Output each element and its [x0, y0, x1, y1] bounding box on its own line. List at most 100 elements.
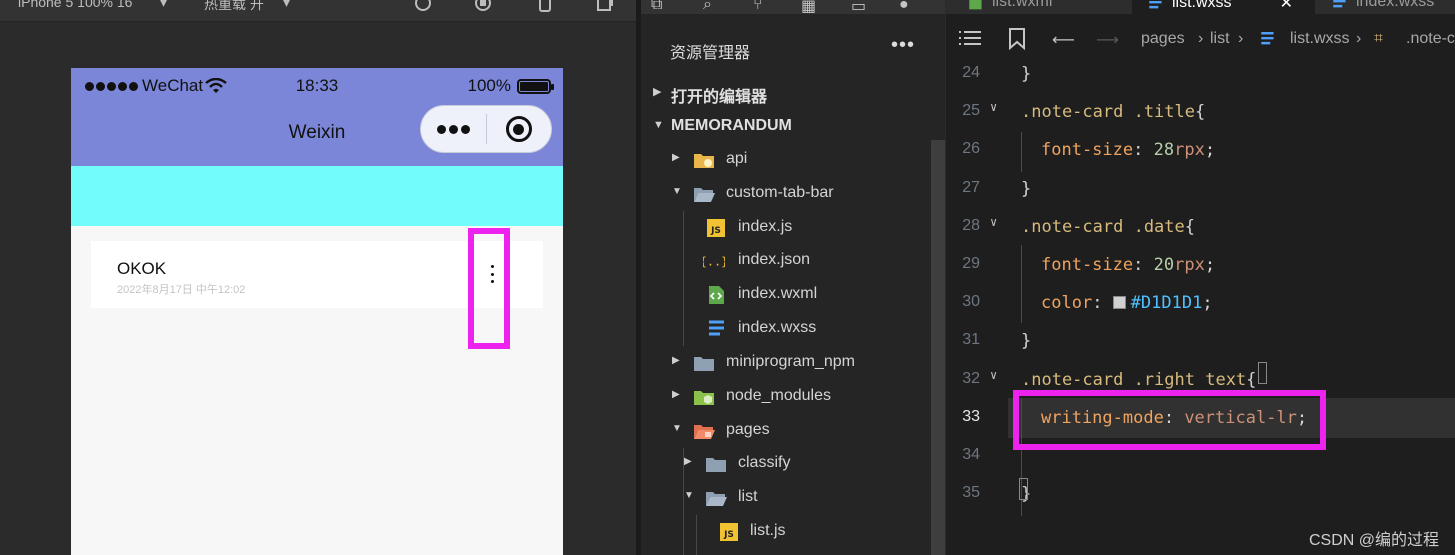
code-line[interactable]: 24}	[946, 55, 1455, 93]
project-section[interactable]: ▼ MEMORANDUM	[641, 110, 945, 144]
code-token: .note-card .date	[1021, 216, 1185, 237]
cloud-icon[interactable]: ●	[899, 0, 917, 14]
tree-item-index-js[interactable]: JS index.js	[641, 211, 931, 245]
breadcrumb-file[interactable]: list.wxss	[1290, 30, 1350, 48]
collapsed-arrow-icon: ▶	[684, 456, 692, 467]
chevron-right-icon: ›	[1198, 30, 1204, 47]
code-token: }	[1021, 178, 1032, 199]
breadcrumb: ⟵ ⟶ pages › list › list.wxss › ⌗ .note-c	[946, 22, 1455, 56]
breadcrumb-list[interactable]: list	[1210, 30, 1230, 48]
collapsed-arrow-icon: ▶	[672, 152, 680, 163]
note-title: OKOK	[117, 259, 167, 278]
tree-item-index-wxss[interactable]: index.wxss	[641, 312, 931, 346]
tree-item-api[interactable]: ▶ api	[641, 143, 931, 177]
code-text: .note-card .date{	[1021, 217, 1195, 237]
css-file-icon	[1149, 0, 1162, 9]
tree-item-list-js[interactable]: JS list.js	[641, 515, 931, 549]
code-text: }	[1021, 179, 1031, 199]
breadcrumb-symbol[interactable]: .note-c	[1406, 30, 1455, 48]
line-number: 30	[962, 293, 980, 311]
svg-text:JS: JS	[723, 530, 734, 540]
folder-node-icon	[694, 391, 714, 405]
capsule-close-button[interactable]	[487, 116, 551, 142]
code-token: ;	[1202, 293, 1213, 314]
tree-item-miniprogram-npm[interactable]: ▶ miniprogram_npm	[641, 346, 931, 380]
explorer-scrollbar[interactable]	[931, 140, 945, 555]
back-arrow-icon[interactable]: ⟵	[1052, 30, 1075, 50]
stop-icon[interactable]	[474, 0, 492, 12]
note-more-icon[interactable]	[489, 265, 495, 283]
code-line[interactable]: 32 ∨ .note-card .right text{	[946, 361, 1455, 399]
tree-item-label: list.js	[750, 522, 786, 539]
code-text: color: #D1D1D1;	[1041, 293, 1213, 313]
close-icon[interactable]: ✕	[1280, 0, 1293, 13]
capsule-more-button[interactable]	[421, 124, 486, 134]
note-card[interactable]: OKOK 2022年8月17日 中午12:02	[91, 241, 543, 308]
tree-item-label: node_modules	[726, 387, 831, 404]
code-token: }	[1021, 64, 1032, 84]
hot-reload-dropdown-icon[interactable]: ▾	[283, 0, 290, 11]
bookmark-icon[interactable]	[1008, 28, 1026, 50]
js-file-icon: JS	[707, 219, 725, 237]
debug-icon[interactable]: ▭	[851, 0, 869, 15]
color-swatch[interactable]	[1112, 296, 1126, 310]
code-line[interactable]: 29 font-size: 20rpx;	[946, 246, 1455, 284]
code-text: .note-card .right text{	[1021, 370, 1256, 390]
code-line[interactable]: 30 color: #D1D1D1;	[946, 284, 1455, 322]
menu-capsule	[420, 105, 552, 153]
source-control-icon[interactable]: ⑂	[753, 0, 771, 14]
code-token: .note-card .title	[1021, 102, 1195, 123]
breadcrumb-pages[interactable]: pages	[1141, 30, 1185, 48]
search-icon[interactable]: ⌕	[703, 0, 721, 14]
phone-icon[interactable]	[536, 0, 554, 12]
code-token: {	[1184, 216, 1196, 237]
code-line[interactable]: 27}	[946, 170, 1455, 208]
tree-item-classify[interactable]: ▶ classify	[641, 447, 931, 481]
expanded-arrow-icon: ▼	[653, 119, 664, 131]
tree-item-index-wxml[interactable]: index.wxml	[641, 278, 931, 312]
device-dropdown-icon[interactable]: ▾	[160, 0, 167, 11]
code-line[interactable]: 26 font-size: 28rpx;	[946, 131, 1455, 169]
tree-item-list[interactable]: ▼ list	[641, 481, 931, 515]
compile-icon[interactable]	[414, 0, 432, 12]
line-number: 34	[962, 446, 980, 463]
code-text: }	[1021, 64, 1031, 84]
close-target-icon	[505, 116, 532, 142]
battery-percent: 100%	[467, 76, 511, 95]
tab-list-wxss[interactable]: list.wxss ✕	[1132, 0, 1315, 14]
watermark: CSDN @编的过程	[1308, 532, 1439, 549]
fold-chevron-icon[interactable]: ∨	[990, 215, 997, 229]
device-selector[interactable]: iPhone 5 100% 16	[18, 0, 132, 10]
wxml-file-icon	[969, 0, 982, 10]
tree-item-index-json[interactable]: {..} index.json	[641, 244, 931, 278]
code-line[interactable]: 25 ∨ .note-card .title{	[946, 93, 1455, 131]
code-line[interactable]: 28 ∨ .note-card .date{	[946, 208, 1455, 246]
hot-reload-toggle[interactable]: 热重载 开	[204, 0, 264, 14]
code-token: #D1D1D1	[1130, 293, 1203, 314]
code-token: 28	[1153, 140, 1175, 161]
line-number: 31	[962, 331, 980, 349]
folder-open-icon	[706, 492, 727, 506]
list-icon[interactable]	[958, 30, 982, 48]
tab-list-wxml[interactable]: list.wxml	[946, 0, 1131, 14]
fold-chevron-icon[interactable]: ∨	[990, 368, 997, 382]
code-line[interactable]: 33 writing-mode: vertical-lr;	[946, 399, 1455, 437]
extensions-icon[interactable]: ▦	[801, 0, 819, 15]
tab-label: list.wxml	[992, 0, 1053, 10]
code-line[interactable]: 31}	[946, 322, 1455, 360]
code-line[interactable]: 34	[946, 437, 1455, 475]
note-date: 2022年8月17日 中午12:02	[117, 284, 246, 296]
window-icon[interactable]	[596, 0, 614, 12]
open-editors-section[interactable]: ▶ 打开的编辑器	[641, 76, 945, 110]
tree-item-pages[interactable]: ▼ pages	[641, 414, 931, 448]
explorer-more-button[interactable]: •••	[891, 34, 915, 57]
fold-chevron-icon[interactable]: ∨	[990, 100, 997, 114]
tree-item-node-modules[interactable]: ▶ node_modules	[641, 380, 931, 414]
code-token: rpx	[1174, 140, 1205, 161]
forward-arrow-icon[interactable]: ⟶	[1096, 30, 1119, 50]
copy-files-icon[interactable]: ⧉	[651, 0, 669, 14]
code-token: color	[1041, 293, 1093, 314]
tab-index-wxss[interactable]: index.wxss	[1316, 0, 1455, 14]
code-text: font-size: 20rpx;	[1041, 255, 1215, 275]
tree-item-custom-tab-bar[interactable]: ▼ custom-tab-bar	[641, 177, 931, 211]
